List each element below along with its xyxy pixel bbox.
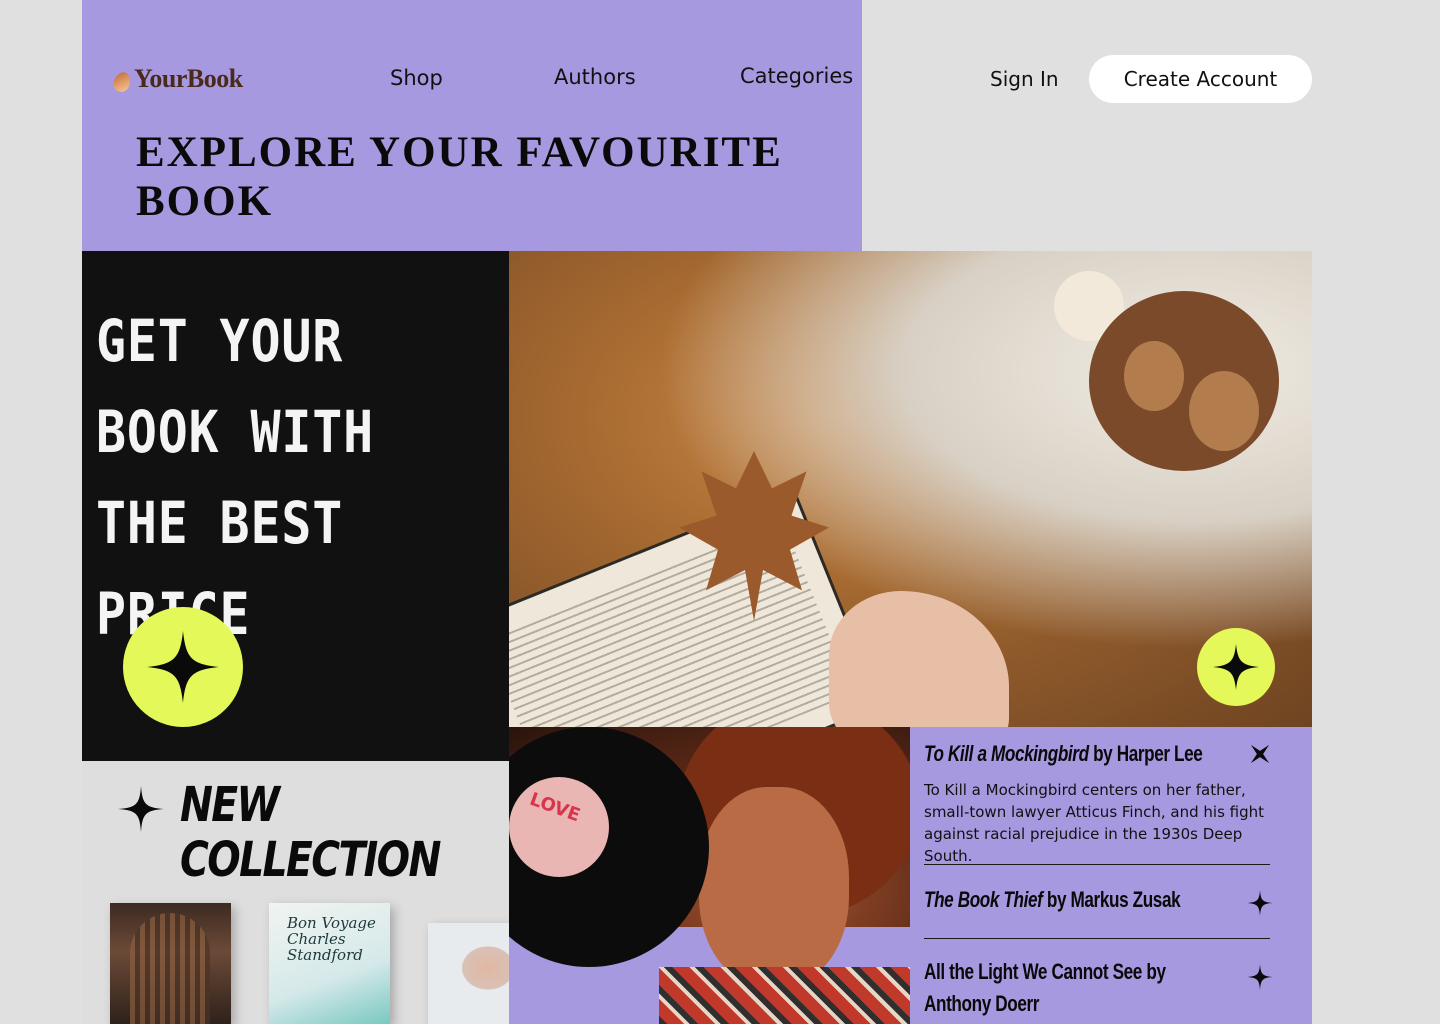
photo-hand — [829, 591, 1009, 727]
book-title-book-thief[interactable]: The Book Thief by Markus Zusak — [924, 884, 1181, 916]
photo-cookie-bowl — [1089, 291, 1279, 471]
sparkle-icon — [118, 786, 164, 832]
book-description: To Kill a Mockingbird centers on her fat… — [924, 781, 1265, 865]
nav-authors-link[interactable]: Authors — [554, 65, 636, 89]
photo-cookie — [1124, 341, 1184, 411]
book-title-all-the-light[interactable]: All the Light We Cannot See by Anthony D… — [924, 956, 1220, 1020]
list-divider — [924, 938, 1270, 939]
star-badge-large[interactable] — [123, 607, 243, 727]
photo-record-label — [509, 777, 609, 877]
brand-logo[interactable]: YourBook — [111, 64, 243, 95]
four-point-star-icon — [1213, 644, 1259, 690]
promo-text: GET YOUR BOOK WITH THE BEST PRICE — [96, 307, 375, 648]
new-collection-title: NEW COLLECTION — [180, 777, 441, 888]
collection-title-line1: NEW — [180, 777, 280, 833]
sparkle-icon[interactable] — [1247, 890, 1273, 916]
sparkle-icon[interactable] — [1247, 964, 1273, 990]
star-badge-small[interactable] — [1197, 628, 1275, 706]
collection-thumbnail-bon-voyage[interactable]: Bon Voyage Charles Standford — [269, 903, 390, 1024]
book-title-text: All the Light We Cannot See — [924, 959, 1142, 984]
list-divider — [924, 864, 1270, 865]
four-point-star-icon — [147, 631, 219, 703]
hero-photo-cozy-reading — [509, 251, 1312, 727]
photo-plaid-shirt — [659, 967, 910, 1024]
book-title-text: The Book Thief — [924, 887, 1043, 912]
photo-face — [699, 787, 849, 987]
book-title-text: To Kill a Mockingbird — [924, 741, 1089, 766]
sign-in-link[interactable]: Sign In — [990, 67, 1059, 91]
book-author-text: by Markus Zusak — [1046, 887, 1181, 912]
collection-thumbnail-library[interactable] — [110, 903, 231, 1024]
collection-title-line2: COLLECTION — [180, 832, 441, 888]
nav-categories-link[interactable]: Categories — [740, 64, 853, 88]
close-star-icon[interactable] — [1247, 741, 1273, 767]
thumbnail-caption: Bon Voyage Charles Standford — [287, 914, 376, 964]
logo-leaf-icon — [111, 69, 133, 95]
create-account-button[interactable]: Create Account — [1089, 55, 1312, 103]
book-author-text: by Harper Lee — [1093, 741, 1203, 766]
page-headline: EXPLORE YOUR FAVOURITE BOOK — [136, 129, 783, 225]
vinyl-portrait-photo: LOVE — [509, 727, 910, 1024]
brand-name: YourBook — [134, 64, 243, 93]
book-title-mockingbird[interactable]: To Kill a Mockingbird by Harper Lee — [924, 738, 1203, 770]
photo-cookie — [1189, 371, 1259, 451]
nav-shop-link[interactable]: Shop — [390, 66, 443, 90]
